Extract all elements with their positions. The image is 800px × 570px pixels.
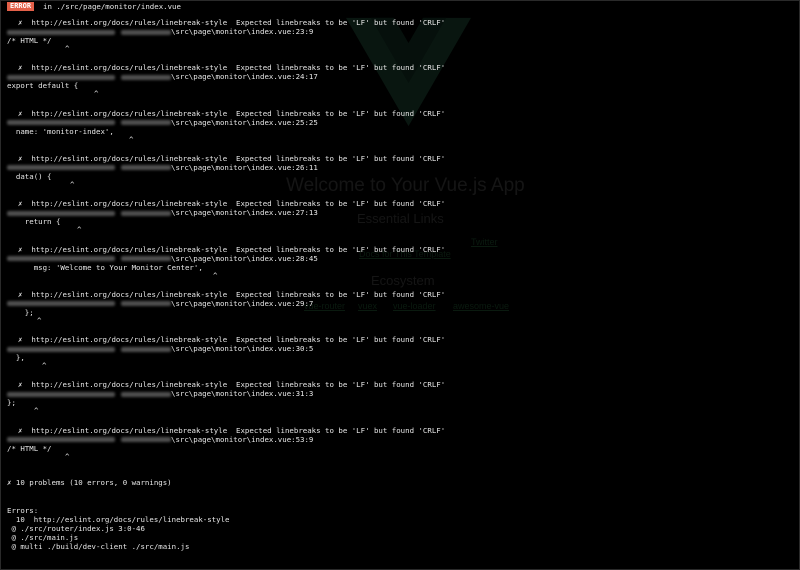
code-snippet: data() { [7,171,52,181]
redacted-path [121,120,171,126]
error-cross-icon: ✗ [18,425,23,435]
file-location: \src\page\monitor\index.vue:30:5 [171,344,314,354]
problem-text: http://eslint.org/docs/rules/linebreak-s… [31,380,446,390]
caret-marker: ^ [65,451,70,461]
code-snippet: export default { [7,81,79,91]
problem-text: http://eslint.org/docs/rules/linebreak-s… [31,153,446,163]
problem-text: http://eslint.org/docs/rules/linebreak-s… [31,425,446,435]
redacted-path [121,29,171,35]
file-location: \src\page\monitor\index.vue:29:7 [171,298,314,308]
redacted-path [121,301,171,307]
error-cross-icon: ✗ [18,289,23,299]
problem-location: \src\page\monitor\index.vue:29:7 [7,298,314,309]
code-snippet: /* HTML */ [7,36,52,45]
file-location: \src\page\monitor\index.vue:26:11 [171,162,318,172]
error-overlay[interactable]: ERROR in ./src/page/monitor/index.vue ✗ … [1,1,799,569]
redacted-path [121,391,171,397]
problem-text: http://eslint.org/docs/rules/linebreak-s… [31,289,446,299]
caret-marker: ^ [42,361,47,371]
problem-location: \src\page\monitor\index.vue:30:5 [7,344,314,354]
problem-text: http://eslint.org/docs/rules/linebreak-s… [31,244,446,254]
code-snippet: msg: 'Welcome to Your Monitor Center', [7,262,203,272]
caret-marker: ^ [34,406,39,416]
stack-line: @ multi ./build/dev-client ./src/main.js [7,542,190,551]
redacted-path [7,256,115,261]
redacted-path [7,165,115,171]
redacted-path [7,74,115,80]
file-location: \src\page\monitor\index.vue:25:25 [171,117,318,127]
redacted-path [121,165,171,171]
caret-marker: ^ [65,44,70,53]
code-snippet: /* HTML */ [7,443,52,453]
redacted-path [121,437,171,443]
caret-marker: ^ [213,270,218,280]
error-file-header: in ./src/page/monitor/index.vue [43,2,181,11]
file-location: \src\page\monitor\index.vue:27:13 [171,208,318,218]
file-location: \src\page\monitor\index.vue:24:17 [171,72,318,82]
caret-marker: ^ [70,179,75,189]
problem-text: http://eslint.org/docs/rules/linebreak-s… [31,335,446,345]
error-cross-icon: ✗ [18,108,23,118]
problem-text: http://eslint.org/docs/rules/linebreak-s… [31,108,446,118]
error-badge: ERROR [7,2,35,11]
file-location: \src\page\monitor\index.vue:28:45 [171,253,318,263]
error-cross-icon: ✗ [18,63,23,73]
problem-location: \src\page\monitor\index.vue:53:9 [7,434,314,445]
caret-marker: ^ [94,89,99,99]
redacted-path [7,346,115,352]
caret-marker: ^ [77,225,82,235]
problem-text: http://eslint.org/docs/rules/linebreak-s… [31,63,446,73]
error-cross-icon: ✗ [18,199,23,209]
redacted-path [121,74,171,80]
redacted-path [7,391,115,397]
problem-location: \src\page\monitor\index.vue:31:3 [7,390,313,399]
error-cross-icon: ✗ [18,335,23,345]
code-snippet: name: 'monitor-index', [7,126,114,136]
file-location: \src\page\monitor\index.vue:31:3 [171,389,314,399]
code-snippet: return { [7,217,61,227]
error-cross-icon: ✗ [18,18,23,27]
redacted-path [7,120,115,126]
file-location: \src\page\monitor\index.vue:23:9 [171,27,314,36]
caret-marker: ^ [129,134,134,144]
redacted-path [7,29,115,35]
code-snippet: }; [7,307,34,317]
redacted-path [7,437,115,443]
caret-marker: ^ [37,315,42,325]
error-cross-icon: ✗ [18,380,23,390]
problem-location: \src\page\monitor\index.vue:25:25 [7,117,318,128]
problem-location: \src\page\monitor\index.vue:28:45 [7,253,318,264]
redacted-path [121,210,171,216]
redacted-path [121,346,171,352]
problem-text: http://eslint.org/docs/rules/linebreak-s… [31,18,446,27]
redacted-path [7,301,115,307]
redacted-path [121,256,171,261]
problem-summary: ✗ 10 problems (10 errors, 0 warnings) [7,478,172,487]
file-location: \src\page\monitor\index.vue:53:9 [171,434,314,444]
error-cross-icon: ✗ [18,244,23,254]
problem-location: \src\page\monitor\index.vue:26:11 [7,162,318,173]
redacted-path [7,210,115,216]
problem-text: http://eslint.org/docs/rules/linebreak-s… [31,199,446,209]
code-snippet: }; [7,398,16,408]
problem-location: \src\page\monitor\index.vue:23:9 [7,27,314,37]
code-snippet: }, [7,353,25,363]
error-cross-icon: ✗ [18,153,23,163]
